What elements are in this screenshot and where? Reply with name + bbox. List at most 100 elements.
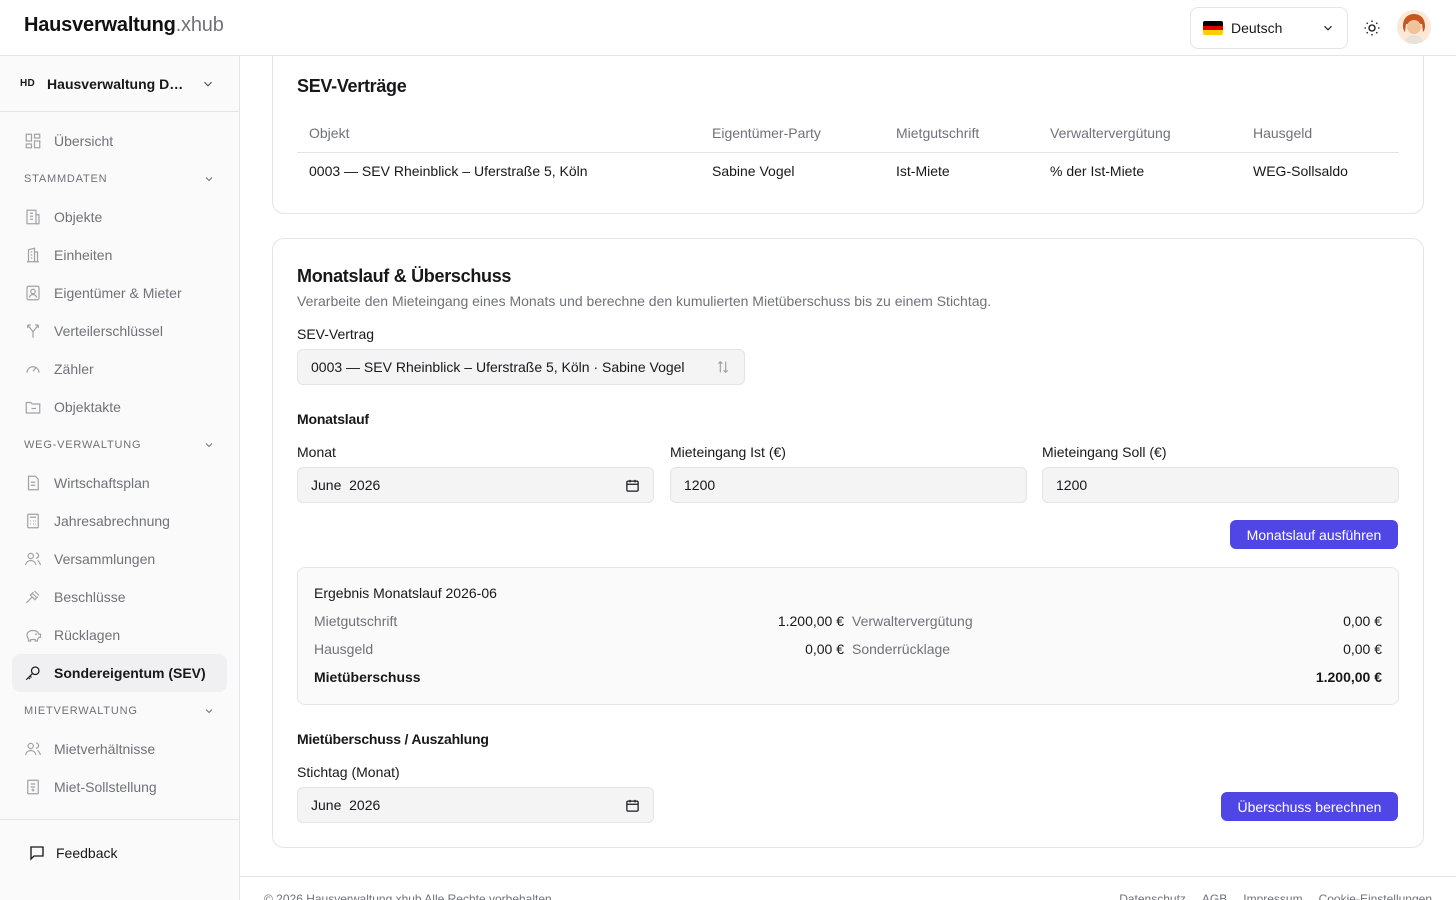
brand-logo[interactable]: Hausverwaltung.xhub [24, 14, 224, 37]
sidebar-item-miet-sollstellung[interactable]: Miet-Sollstellung [12, 768, 227, 806]
payout-heading: Mietüberschuss / Auszahlung [297, 731, 489, 747]
language-select[interactable]: Deutsch [1190, 7, 1348, 49]
result-label-mietueberschuss: Mietüberschuss [314, 669, 421, 685]
receipt-icon [27, 779, 39, 795]
sidebar-item-beschluesse[interactable]: Beschlüsse [12, 578, 227, 616]
sidebar-item-label: Beschlüsse [54, 589, 126, 605]
cell-objekt: 0003 — SEV Rheinblick – Uferstraße 5, Kö… [309, 163, 588, 180]
avatar-icon [1397, 10, 1431, 44]
sidebar-item-uebersicht[interactable]: Übersicht [12, 122, 227, 160]
column-header-mietgutschrift: Mietgutschrift [884, 114, 1038, 153]
calendar-icon[interactable] [625, 798, 640, 813]
contract-select[interactable]: 0003 — SEV Rheinblick – Uferstraße 5, Kö… [297, 349, 745, 385]
monthly-run-description: Verarbeite den Mieteingang eines Monats … [297, 293, 992, 309]
sev-contracts-title: SEV-Verträge [297, 76, 407, 96]
sidebar-item-einheiten[interactable]: Einheiten [12, 236, 227, 274]
chevron-down-icon [205, 443, 213, 448]
sidebar-item-verteilerschluessel[interactable]: Verteilerschlüssel [12, 312, 227, 350]
section-header-stammdaten[interactable]: STAMMDATEN [12, 160, 227, 198]
table-row[interactable]: 0003 — SEV Rheinblick – Uferstraße 5, Kö… [297, 152, 1399, 190]
chevron-down-icon [1324, 25, 1332, 31]
german-flag-icon [1203, 21, 1223, 35]
sidebar-item-objektakte[interactable]: Objektakte [12, 388, 227, 426]
split-icon [27, 324, 39, 338]
monthly-run-title: Monatslauf & Überschuss [297, 266, 512, 286]
theme-toggle-button[interactable] [1360, 16, 1384, 40]
footer-link-cookie[interactable]: Cookie-Einstellungen [1319, 892, 1432, 900]
cutoff-month-input[interactable]: June 2026 [297, 787, 654, 823]
sidebar-item-label: Mietverhältnisse [54, 741, 156, 757]
footer-link-impressum[interactable]: Impressum [1243, 892, 1302, 900]
language-label: Deutsch [1231, 20, 1283, 36]
sidebar-item-label: Einheiten [54, 247, 113, 263]
sidebar-item-objekte[interactable]: Objekte [12, 198, 227, 236]
footer-link-agb[interactable]: AGB [1202, 892, 1227, 900]
folder-icon [25, 401, 41, 414]
monthly-run-heading: Monatslauf [297, 411, 369, 427]
rent-actual-input[interactable]: 1200 [670, 467, 1027, 503]
users-icon [24, 742, 42, 756]
result-value-mietgutschrift: 1.200,00 € [777, 613, 844, 629]
feedback-label: Feedback [56, 845, 118, 861]
chevron-down-icon [205, 709, 213, 714]
sidebar-item-label: Versammlungen [54, 551, 156, 567]
result-value-hausgeld: 0,00 € [805, 641, 844, 657]
sidebar-item-label: Jahresabrechnung [54, 513, 170, 529]
sidebar-item-label: Objekte [54, 209, 103, 225]
document-icon [27, 475, 39, 491]
sidebar-item-label: Verteilerschlüssel [54, 323, 163, 339]
monthly-run-card: Monatslauf & Überschuss Verarbeite den M… [272, 238, 1424, 848]
user-avatar[interactable] [1397, 10, 1431, 44]
rent-target-input[interactable]: 1200 [1042, 467, 1399, 503]
rent-actual-value: 1200 [684, 477, 716, 493]
calculate-surplus-button[interactable]: Überschuss berechnen [1221, 792, 1398, 821]
chevron-down-icon [204, 81, 212, 87]
feedback-button[interactable]: Feedback [16, 834, 129, 872]
sidebar-item-mietverhaeltnisse[interactable]: Mietverhältnisse [12, 730, 227, 768]
sidebar-item-sondereigentum[interactable]: Sondereigentum (SEV) [12, 654, 227, 692]
sidebar-item-eigentuemer-mieter[interactable]: Eigentümer & Mieter [12, 274, 227, 312]
building-icon [26, 209, 40, 225]
sidebar-item-ruecklagen[interactable]: Rücklagen [12, 616, 227, 654]
org-name: Hausverwaltung Dubois [47, 75, 189, 92]
result-label-hausgeld: Hausgeld [314, 641, 374, 657]
result-label-verwaltervergutung: Verwaltervergütung [852, 613, 973, 629]
result-label-mietgutschrift: Mietgutschrift [314, 613, 398, 629]
sidebar-item-versammlungen[interactable]: Versammlungen [12, 540, 227, 578]
building-unit-icon [27, 247, 39, 263]
contract-select-value: 0003 — SEV Rheinblick – Uferstraße 5, Kö… [311, 359, 685, 375]
contact-card-icon [26, 285, 40, 301]
column-header-hausgeld: Hausgeld [1241, 114, 1399, 153]
sidebar-item-label: Objektakte [54, 399, 121, 415]
table-header-row: Objekt Eigentümer-Party Mietgutschrift V… [297, 114, 1399, 153]
section-title: WEG-VERWALTUNG [24, 439, 142, 451]
result-value-verwaltervergutung: 0,00 € [1343, 613, 1382, 629]
footer-link-datenschutz[interactable]: Datenschutz [1119, 892, 1186, 900]
sidebar-item-jahresabrechnung[interactable]: Jahresabrechnung [12, 502, 227, 540]
gavel-icon [25, 590, 40, 604]
calendar-icon[interactable] [625, 478, 640, 493]
sidebar-item-zaehler[interactable]: Zähler [12, 350, 227, 388]
column-header-verwaltervergutung: Verwaltervergütung [1038, 114, 1241, 153]
sort-arrows-icon [715, 359, 731, 375]
brand-suffix: .xhub [175, 14, 224, 36]
section-header-mietverwaltung[interactable]: MIETVERWALTUNG [12, 692, 227, 730]
sidebar: HD Hausverwaltung Dubois Übersicht STAMM… [0, 56, 240, 900]
month-input[interactable]: June 2026 [297, 467, 654, 503]
sidebar-nav: Übersicht STAMMDATEN Objekte Einheiten E… [0, 112, 239, 806]
key-icon [25, 666, 40, 681]
column-header-eigentuemer: Eigentümer-Party [700, 114, 884, 153]
calculator-icon [27, 513, 39, 529]
run-monthly-button[interactable]: Monatslauf ausführen [1230, 520, 1398, 549]
section-header-weg-verwaltung[interactable]: WEG-VERWALTUNG [12, 426, 227, 464]
column-header-objekt: Objekt [297, 114, 700, 153]
sev-contracts-card: SEV-Verträge Objekt Eigentümer-Party Mie… [272, 56, 1424, 214]
top-bar: Hausverwaltung.xhub Deutsch [0, 0, 1456, 56]
sidebar-item-label: Wirtschaftsplan [54, 475, 150, 491]
sidebar-item-wirtschaftsplan[interactable]: Wirtschaftsplan [12, 464, 227, 502]
dashboard-icon [25, 133, 41, 149]
result-value-mietueberschuss: 1.200,00 € [1315, 669, 1382, 685]
organization-switcher[interactable]: HD Hausverwaltung Dubois [0, 56, 239, 112]
result-value-sonderruecklage: 0,00 € [1343, 641, 1382, 657]
footer-links: Datenschutz AGB Impressum Cookie-Einstel… [1119, 892, 1432, 900]
